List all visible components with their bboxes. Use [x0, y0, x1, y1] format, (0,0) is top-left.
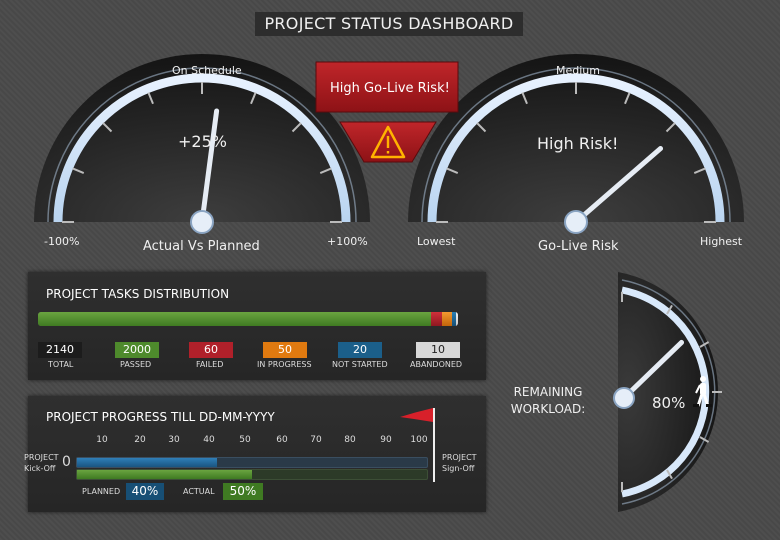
total-label: TOTAL	[48, 360, 74, 369]
actual-value: 50%	[223, 483, 263, 500]
bar-abandoned	[456, 312, 458, 326]
needle-hub	[564, 210, 588, 234]
passed-label: PASSED	[120, 360, 152, 369]
progress-tick: 30	[168, 435, 180, 445]
workload-label: REMAINING WORKLOAD:	[510, 385, 586, 416]
gauge-value: High Risk!	[537, 134, 618, 153]
gauge-caption: Go-Live Risk	[538, 239, 619, 254]
progress-zero: 0	[62, 454, 71, 470]
bar-failed	[430, 312, 443, 326]
planned-label: PLANNED	[82, 487, 121, 496]
gauge-top-label: Medium	[556, 64, 600, 77]
progress-tick: 80	[344, 435, 356, 445]
gauge-caption: Actual Vs Planned	[143, 239, 260, 254]
passed-count: 2000	[115, 342, 159, 358]
gauge-top-label: On Schedule	[172, 64, 242, 77]
tasks-panel: PROJECT TASKS DISTRIBUTION 2140 TOTAL 20…	[28, 272, 486, 380]
gauge-min-label: -100%	[44, 235, 79, 248]
abandoned-count: 10	[416, 342, 460, 358]
not-started-count: 20	[338, 342, 382, 358]
planned-value: 40%	[126, 483, 164, 500]
abandoned-label: ABANDONED	[410, 360, 463, 369]
progress-tick: 50	[239, 435, 251, 445]
needle-hub	[613, 387, 635, 409]
kickoff-label: PROJECT Kick-Off	[24, 453, 59, 473]
in-progress-label: IN PROGRESS	[257, 360, 312, 369]
progress-tick: 90	[380, 435, 392, 445]
tasks-title: PROJECT TASKS DISTRIBUTION	[46, 287, 230, 301]
warning-text: High Go-Live Risk!	[330, 81, 450, 96]
bar-passed	[38, 312, 431, 326]
bar-in-progress	[442, 312, 453, 326]
actual-label: ACTUAL	[183, 487, 215, 496]
gauge-value: +25%	[178, 132, 227, 151]
gauge-min-label: Lowest	[417, 235, 456, 248]
needle-hub	[190, 210, 214, 234]
failed-count: 60	[189, 342, 233, 358]
planned-track	[76, 457, 428, 468]
in-progress-count: 50	[263, 342, 307, 358]
progress-tick: 60	[276, 435, 288, 445]
progress-tick: 10	[96, 435, 108, 445]
not-started-label: NOT STARTED	[332, 360, 388, 369]
progress-tick: 70	[310, 435, 322, 445]
workload-gauge: 80%	[613, 272, 722, 512]
signoff-label: PROJECT Sign-Off	[442, 453, 477, 473]
failed-label: FAILED	[196, 360, 224, 369]
progress-title: PROJECT PROGRESS TILL DD-MM-YYYY	[46, 410, 275, 424]
tasks-distribution-bar	[38, 312, 458, 326]
gauge-max-label: +100%	[327, 235, 368, 248]
progress-tick: 40	[203, 435, 215, 445]
gauge-max-label: Highest	[700, 235, 743, 248]
progress-tick: 20	[134, 435, 146, 445]
planned-fill	[77, 458, 217, 467]
actual-fill	[77, 470, 252, 479]
actual-track	[76, 469, 428, 480]
workload-value: 80%	[652, 394, 685, 412]
total-count: 2140	[38, 342, 82, 358]
